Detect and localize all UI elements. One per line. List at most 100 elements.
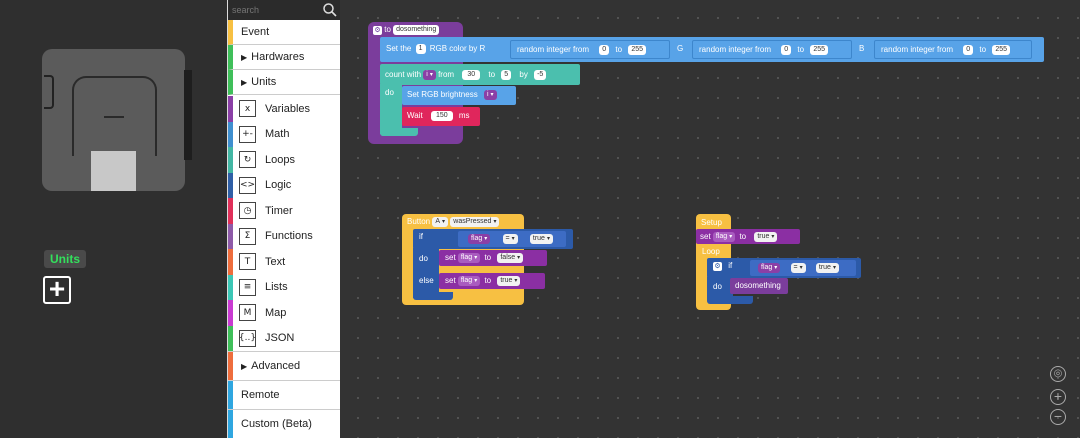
flag-variable-dropdown[interactable]: flag ▾ (758, 263, 781, 273)
search-input[interactable] (232, 3, 322, 17)
logic-icon: <> (239, 176, 256, 194)
flag-variable-dropdown[interactable]: flag ▾ (712, 232, 736, 242)
do-label: do (713, 282, 722, 291)
brightness-variable-dropdown[interactable]: i ▾ (483, 90, 497, 100)
toolbox-item-label: Variables (265, 102, 311, 115)
call-dosomething-block[interactable]: dosomething (730, 278, 788, 294)
by-label: by (519, 70, 528, 80)
do-label: do (385, 88, 394, 97)
lists-icon: ≡ (239, 278, 256, 296)
toolbox-category-label: Units (251, 76, 277, 88)
chevron-down-icon: ▾ (429, 72, 433, 78)
add-unit-button[interactable]: + (43, 275, 71, 304)
toolbox-item-math[interactable]: +- Math (228, 121, 340, 147)
flag-variable-dropdown[interactable]: flag ▾ (457, 253, 481, 263)
chevron-down-icon: ▾ (484, 236, 488, 242)
toolbox-category-label: Custom (Beta) (241, 418, 312, 430)
toolbox-category-event[interactable]: Event (228, 20, 340, 45)
wait-block[interactable]: Wait 150 ms (402, 107, 480, 126)
rand-from-field[interactable]: 0 (781, 45, 792, 55)
functions-icon: Σ (239, 227, 256, 245)
if-else-footer (413, 292, 453, 300)
function-header: ⚙ to dosomething (373, 25, 440, 36)
search-icon[interactable] (322, 2, 338, 18)
boolean-dropdown[interactable]: true ▾ (497, 276, 521, 286)
device-panel: Units + (0, 0, 227, 438)
count-from-field[interactable]: 30 (462, 70, 481, 80)
compare-block[interactable]: flag ▾ = ▾ true ▾ (750, 260, 856, 276)
flag-variable-dropdown[interactable]: flag ▾ (457, 276, 481, 286)
chevron-down-icon: ▾ (774, 265, 778, 271)
toolbox-category-custom[interactable]: Custom (Beta) (228, 410, 340, 438)
count-to-field[interactable]: 5 (501, 70, 512, 80)
boolean-dropdown[interactable]: true ▾ (754, 232, 778, 242)
block-workspace[interactable]: ⚙ to dosomething Set the 1 RGB color by … (340, 0, 1080, 438)
variable-name: flag (460, 254, 473, 261)
loop-if-header: ⚙ if (713, 261, 732, 271)
random-integer-b-block[interactable]: random integer from 0 to 255 (874, 40, 1032, 59)
device-side-button (44, 75, 54, 109)
toolbox-item-logic[interactable]: <> Logic (228, 172, 340, 198)
zoom-out-icon[interactable]: − (1050, 409, 1066, 425)
toolbox-category-label: Event (241, 26, 270, 38)
toolbox-item-timer[interactable]: ◷ Timer (228, 198, 340, 224)
if-label: if (728, 261, 733, 270)
rand-to-field[interactable]: 255 (810, 45, 828, 55)
rand-from-field[interactable]: 0 (963, 45, 974, 55)
operator-dropdown[interactable]: = ▾ (790, 263, 806, 273)
set-flag-false-block[interactable]: set flag ▾ to false ▾ (439, 250, 547, 266)
toolbox-item-text[interactable]: T Text (228, 249, 340, 275)
rand-to-field[interactable]: 255 (628, 45, 646, 55)
setup-set-flag-block[interactable]: set flag ▾ to true ▾ (696, 229, 800, 244)
set-label: set (700, 232, 711, 242)
toolbox-item-label: Functions (265, 230, 313, 243)
if-label: if (419, 232, 423, 241)
units-badge[interactable]: Units (44, 250, 86, 268)
chevron-down-icon: ▾ (771, 234, 775, 240)
compare-block[interactable]: flag ▾ = ▾ true ▾ (458, 231, 566, 247)
random-integer-g-block[interactable]: random integer from 0 to 255 (692, 40, 852, 59)
toolbox-item-map[interactable]: M Map (228, 300, 340, 326)
toolbox-item-variables[interactable]: x Variables (228, 96, 340, 122)
toolbox-category-remote[interactable]: Remote (228, 381, 340, 409)
toolbox-item-json[interactable]: {..} JSON (228, 325, 340, 351)
toolbox-item-loops[interactable]: ↻ Loops (228, 147, 340, 173)
toolbox-category-advanced[interactable]: ▶ Advanced (228, 352, 340, 380)
rand-to-field[interactable]: 255 (992, 45, 1010, 55)
set-flag-true-block[interactable]: set flag ▾ to true ▾ (439, 273, 545, 289)
recenter-icon[interactable]: ◎ (1050, 366, 1066, 382)
toolbox-category-hardwares[interactable]: ▶ Hardwares (228, 45, 340, 70)
boolean-dropdown[interactable]: true ▾ (815, 263, 839, 273)
random-label: random integer from (699, 45, 772, 55)
loop-label: Loop (702, 247, 720, 256)
boolean-dropdown[interactable]: false ▾ (497, 253, 524, 263)
toolbox-category-units[interactable]: ▶ Units (228, 70, 340, 95)
zoom-in-icon[interactable]: + (1050, 389, 1066, 405)
set-the-label: Set the (386, 44, 412, 54)
operator-dropdown[interactable]: = ▾ (502, 234, 518, 244)
do-label: do (419, 254, 428, 263)
random-label: random integer from (881, 45, 954, 55)
chevron-down-icon: ▾ (832, 265, 836, 271)
led-index-field[interactable]: 1 (415, 44, 426, 54)
toolbox-item-label: Loops (265, 153, 295, 166)
timer-icon: ◷ (239, 202, 256, 220)
gear-icon[interactable]: ⚙ (713, 262, 722, 271)
flag-variable-dropdown[interactable]: flag ▾ (468, 234, 491, 244)
count-by-field[interactable]: -5 (534, 70, 547, 80)
random-integer-r-block[interactable]: random integer from 0 to 255 (510, 40, 670, 59)
function-name-field[interactable]: dosomething (393, 25, 440, 35)
toolbox-item-lists[interactable]: ≡ Lists (228, 274, 340, 300)
button-label: Button (407, 217, 431, 227)
set-brightness-block[interactable]: Set RGB brightness i ▾ (402, 86, 516, 105)
rand-from-field[interactable]: 0 (599, 45, 610, 55)
json-icon: {..} (239, 329, 256, 347)
gear-icon[interactable]: ⚙ (373, 26, 382, 36)
toolbox-item-functions[interactable]: Σ Functions (228, 223, 340, 249)
boolean-dropdown[interactable]: true ▾ (529, 234, 553, 244)
loop-variable-dropdown[interactable]: i ▾ (423, 70, 436, 80)
random-label: random integer from (517, 45, 590, 55)
button-name-dropdown[interactable]: A ▾ (432, 217, 449, 227)
wait-ms-field[interactable]: 150 (430, 111, 453, 121)
button-event-dropdown[interactable]: wasPressed ▾ (450, 217, 500, 227)
